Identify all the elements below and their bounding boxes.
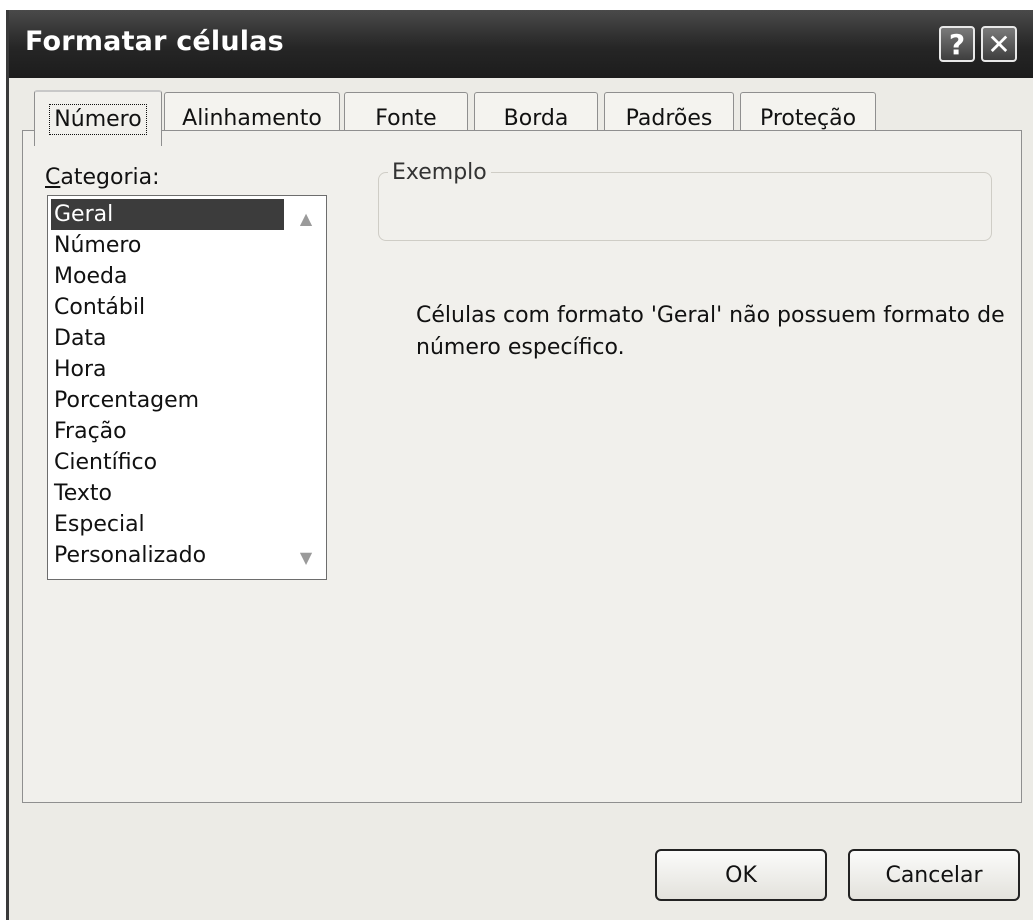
format-description: Células com formato 'Geral' não possuem … <box>416 303 1005 360</box>
tab-label: Proteção <box>759 106 857 131</box>
category-item[interactable]: Fração <box>51 416 284 447</box>
tab-label: Borda <box>503 106 569 131</box>
category-item[interactable]: Porcentagem <box>51 385 284 416</box>
category-item[interactable]: Hora <box>51 354 284 385</box>
close-icon: ✕ <box>987 27 1011 61</box>
tab-label: Alinhamento <box>182 106 322 131</box>
scroll-up-button[interactable]: ▲ <box>288 200 324 236</box>
category-label-text: ategoria: <box>60 165 160 190</box>
close-button[interactable]: ✕ <box>981 26 1017 62</box>
category-accelerator: C <box>45 165 61 190</box>
cancel-button-label: Cancelar <box>885 862 983 888</box>
question-mark-icon: ? <box>948 27 966 61</box>
chevron-down-icon: ▼ <box>299 547 313 567</box>
ok-button-label: OK <box>725 862 757 888</box>
category-item[interactable]: Moeda <box>51 261 284 292</box>
category-item[interactable]: Data <box>51 323 284 354</box>
cancel-button[interactable]: Cancelar <box>848 849 1020 901</box>
category-items: Geral Número Moeda Contábil Data Hora Porcenta… <box>51 199 284 571</box>
category-item[interactable]: Especial <box>51 509 284 540</box>
category-listbox[interactable]: Geral Número Moeda Contábil Data Hora Porcenta… <box>47 195 327 580</box>
example-legend: Exemplo <box>388 160 491 185</box>
tab-label: Padrões <box>625 106 713 131</box>
help-button[interactable]: ? <box>939 26 975 62</box>
category-label: Categoria: <box>45 165 160 190</box>
category-item[interactable]: Geral <box>51 199 284 230</box>
category-item[interactable]: Personalizado <box>51 540 284 571</box>
title-bar[interactable]: Formatar células ? ✕ <box>9 10 1033 78</box>
chevron-up-icon: ▲ <box>299 208 313 228</box>
tab-label: Número <box>49 103 147 135</box>
category-item[interactable]: Contábil <box>51 292 284 323</box>
scroll-down-button[interactable]: ▼ <box>288 539 324 575</box>
tab-numero[interactable]: Número <box>34 90 162 146</box>
ok-button[interactable]: OK <box>655 849 827 901</box>
category-scrollbar[interactable]: ▲ ▼ <box>288 200 324 575</box>
window-title: Formatar células <box>25 26 284 57</box>
category-item[interactable]: Texto <box>51 478 284 509</box>
tab-label: Fonte <box>375 106 437 131</box>
category-item[interactable]: Científico <box>51 447 284 478</box>
category-item[interactable]: Número <box>51 230 284 261</box>
